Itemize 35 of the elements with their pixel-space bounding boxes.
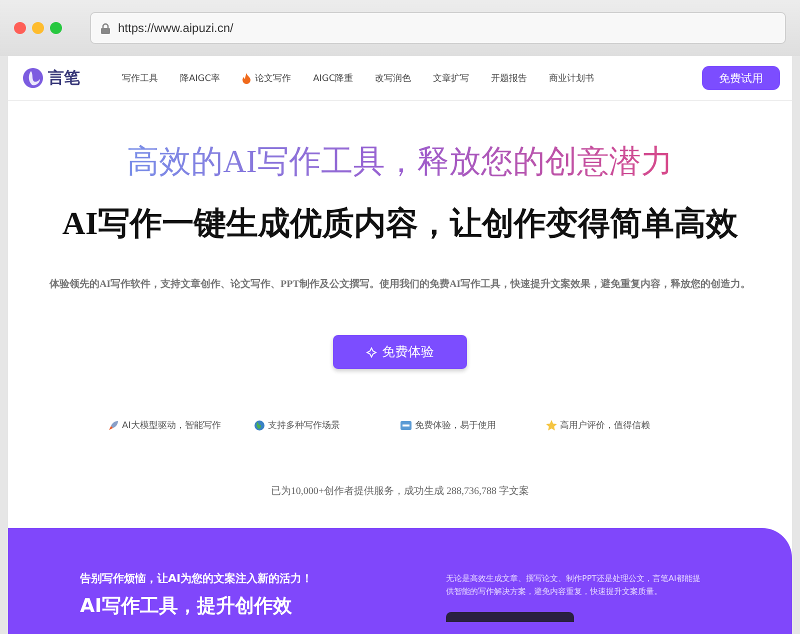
usage-stats: 已为10,000+创作者提供服务，成功生成 288,736,788 字文案: [270, 484, 530, 498]
feature-label: 免费体验，易于使用: [400, 419, 546, 432]
promo-heading: AI写作工具，提升创作效: [80, 595, 293, 617]
address-bar[interactable]: https://www.aipuzi.cn/: [90, 12, 786, 44]
rocket-icon: [108, 420, 119, 431]
promo-text: 无论是高效生成文章、撰写论文、制作PPT还是处理公文，言笔AI都能提供智能的写作解决方案，避免内容重复，快速提升文案质量。: [446, 573, 701, 598]
sparkle-icon: [366, 346, 377, 358]
close-window-button[interactable]: [14, 22, 26, 34]
free-badge-icon: [400, 420, 412, 431]
url-text: https://www.aipuzi.cn/: [118, 21, 234, 35]
promo-tagline: 告别写作烦恼，让AI为您的文案注入新的活力！: [80, 572, 314, 585]
nav-link[interactable]: 降AIGC率: [180, 72, 220, 84]
nav-link[interactable]: 论文写作: [242, 72, 292, 84]
free-experience-button[interactable]: 免费体验: [333, 335, 467, 369]
nav-link[interactable]: AIGC降重: [313, 72, 354, 84]
nav-link[interactable]: 开题报告: [491, 72, 528, 84]
nav-link[interactable]: 文章扩写: [433, 72, 470, 84]
maximize-window-button[interactable]: [50, 22, 62, 34]
nav-link[interactable]: 写作工具: [122, 72, 158, 84]
fire-icon: [242, 72, 252, 84]
hero-subtitle: AI写作一键生成优质内容，让创作变得简单高效: [62, 204, 738, 243]
nav-link[interactable]: 商业计划书: [549, 72, 594, 84]
minimize-window-button[interactable]: [32, 22, 44, 34]
feature-label: AI大模型驱动，智能写作: [108, 419, 254, 432]
feature-label: 支持多种写作场景: [254, 419, 400, 432]
lock-icon: [101, 22, 110, 34]
star-icon: [546, 420, 557, 431]
feature-label: 高用户评价，值得信赖: [546, 419, 692, 432]
promo-button[interactable]: [446, 612, 574, 622]
brand-name[interactable]: 言笔: [48, 68, 80, 88]
nav-link[interactable]: 改写润色: [375, 72, 412, 84]
logo-icon[interactable]: [22, 67, 44, 89]
globe-icon: [254, 420, 265, 431]
hero-description: 体验领先的AI写作软件，支持文章创作、论文写作、PPT制作及公文撰写。使用我们的免费AI写作工具，快速提升文案效果，避免重复内容，释放您的创造力。: [49, 277, 751, 291]
free-trial-button[interactable]: 免费试用: [702, 66, 780, 90]
